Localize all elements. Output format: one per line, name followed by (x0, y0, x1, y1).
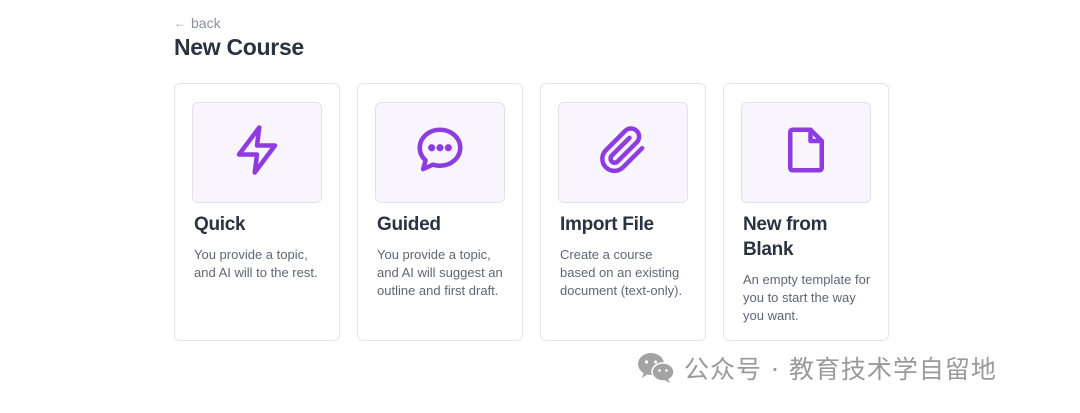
new-from-blank-icon-box (741, 102, 871, 203)
document-icon (779, 123, 833, 182)
guided-icon-box (375, 102, 505, 203)
card-title: Quick (194, 214, 246, 235)
wechat-icon (636, 351, 676, 385)
arrow-left-icon: ← (174, 16, 186, 30)
watermark: 公众号 · 教育技术学自留地 (636, 350, 997, 386)
card-title: Guided (377, 214, 441, 235)
import-file-option-card[interactable]: Import File Create a course based on an … (540, 83, 706, 341)
card-description: Create a course based on an existing doc… (560, 247, 683, 298)
quick-icon-box (192, 102, 322, 203)
chat-bubble-icon (413, 123, 467, 182)
new-course-page: ← back New Course Quick You provide a to… (0, 0, 1080, 413)
back-label: back (191, 15, 221, 31)
new-from-blank-option-card[interactable]: New from Blank An empty template for you… (723, 83, 889, 341)
card-description: An empty template for you to start the w… (743, 272, 871, 323)
watermark-text: 公众号 · 教育技术学自留地 (684, 355, 997, 384)
card-title: New from Blank (743, 214, 828, 260)
import-file-icon-box (558, 102, 688, 203)
page-title: New Course (174, 34, 304, 60)
paperclip-icon (596, 123, 650, 182)
card-description: You provide a topic, and AI will to the … (194, 247, 318, 280)
lightning-icon (230, 123, 284, 182)
course-type-options: Quick You provide a topic, and AI will t… (174, 83, 889, 341)
back-link[interactable]: ← back (174, 15, 221, 31)
card-description: You provide a topic, and AI will suggest… (377, 247, 503, 298)
card-title: Import File (560, 214, 654, 235)
quick-option-card[interactable]: Quick You provide a topic, and AI will t… (174, 83, 340, 341)
guided-option-card[interactable]: Guided You provide a topic, and AI will … (357, 83, 523, 341)
